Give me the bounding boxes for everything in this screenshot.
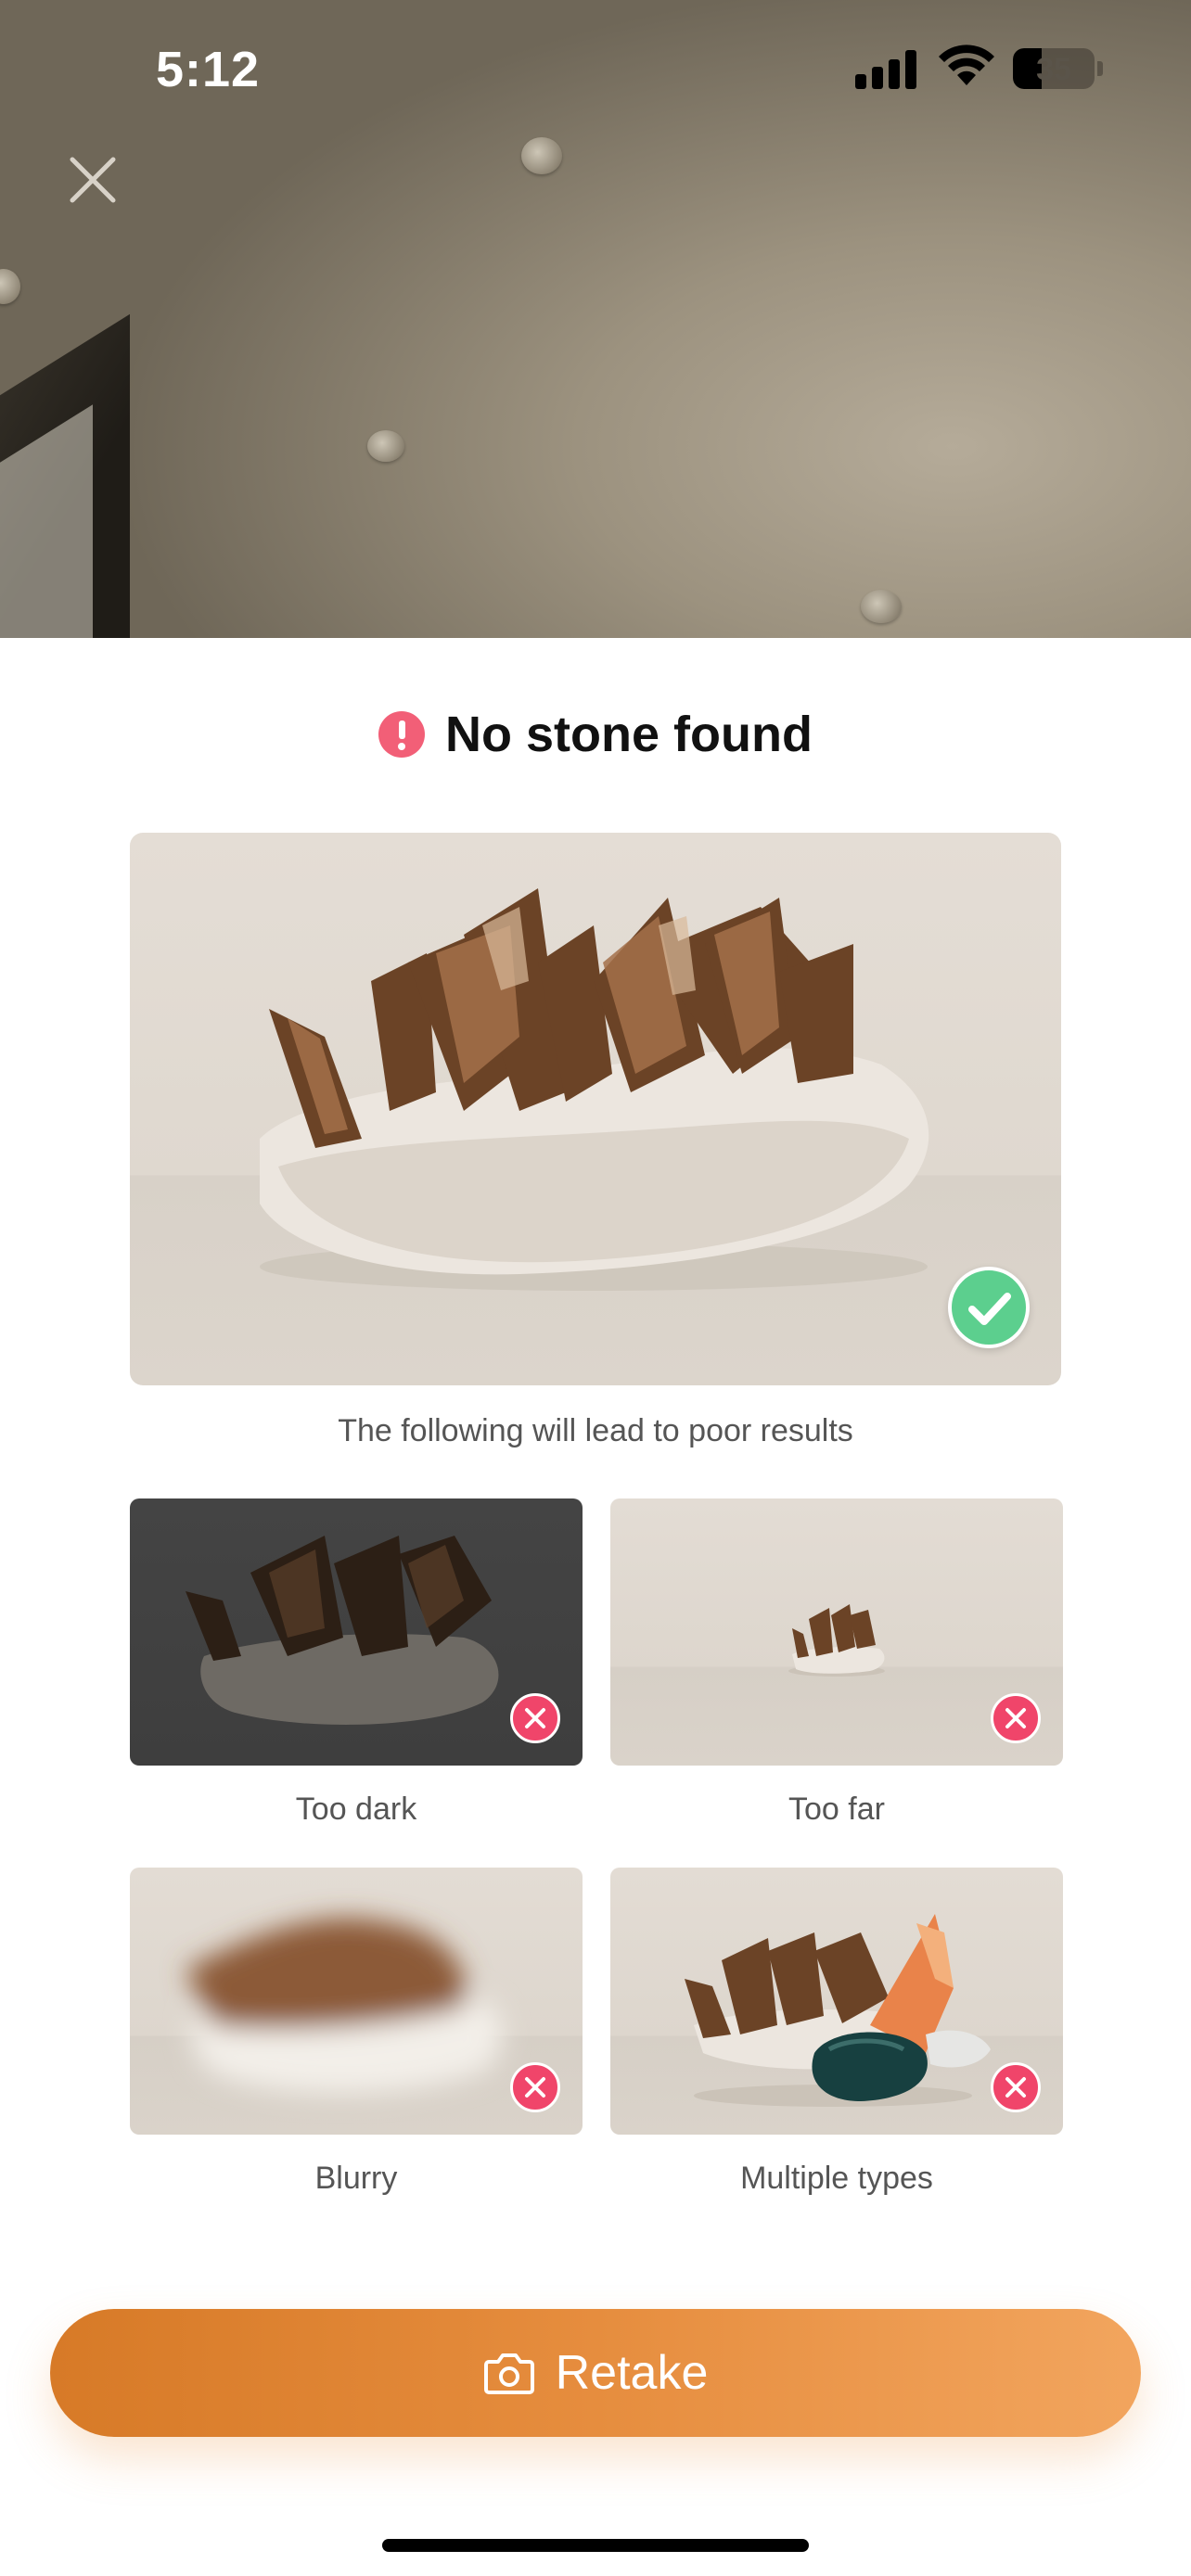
- crystal-cluster-illustration: [260, 888, 929, 1291]
- exclamation-circle-icon: [378, 711, 426, 758]
- close-icon[interactable]: [65, 152, 121, 208]
- poor-results-caption: The following will lead to poor results: [338, 1413, 853, 1448]
- check-icon: [948, 1267, 1030, 1348]
- cellular-signal-icon: [855, 48, 920, 89]
- example-label: Multiple types: [740, 2161, 933, 2196]
- status-time: 5:12: [156, 42, 261, 97]
- result-title: No stone found: [445, 707, 813, 762]
- x-icon: [510, 1693, 560, 1743]
- retake-button[interactable]: Retake: [50, 2309, 1141, 2437]
- battery-level: 35: [1036, 52, 1071, 87]
- retake-label: Retake: [555, 2346, 709, 2400]
- example-label: Blurry: [314, 2161, 398, 2196]
- example-too-dark-image: [130, 1498, 583, 1766]
- good-example-image: [130, 833, 1061, 1385]
- wifi-icon: [939, 45, 994, 85]
- camera-preview: 5:12 35: [0, 0, 1191, 638]
- ceiling-light: [367, 430, 404, 462]
- x-icon: [510, 2062, 560, 2112]
- ceiling-light: [521, 137, 562, 174]
- example-multiple-types-image: [610, 1868, 1063, 2135]
- example-label: Too dark: [295, 1792, 417, 1827]
- ceiling-light: [0, 269, 20, 304]
- result-header: No stone found: [0, 697, 1191, 772]
- battery-cap: [1097, 61, 1103, 76]
- camera-icon: [483, 2353, 534, 2394]
- example-blurry-image: [130, 1868, 583, 2135]
- status-bar: 5:12 35: [0, 0, 1191, 139]
- ceiling-light: [861, 590, 902, 623]
- x-icon: [991, 2062, 1041, 2112]
- x-icon: [991, 1693, 1041, 1743]
- home-indicator: [382, 2539, 809, 2552]
- example-label: Too far: [788, 1792, 885, 1827]
- example-too-far-image: [610, 1498, 1063, 1766]
- battery-icon: 35: [1013, 48, 1095, 89]
